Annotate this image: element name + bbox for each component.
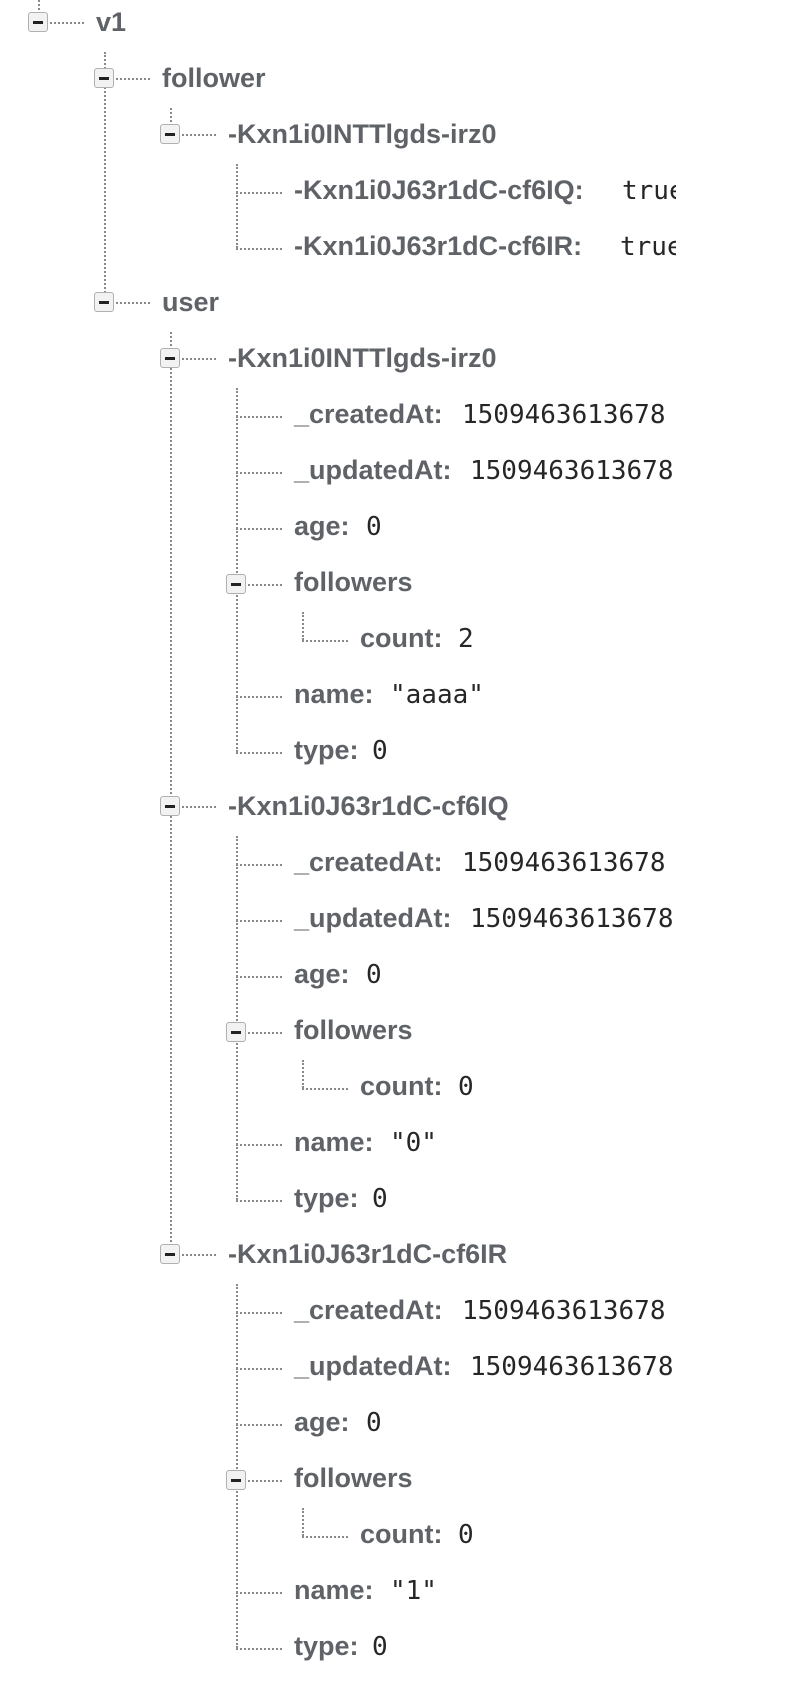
collapse-toggle-icon[interactable] [160, 348, 180, 368]
tree-connector [50, 22, 84, 24]
tree-connector [182, 358, 216, 360]
tree-connector [236, 920, 282, 922]
tree-connector [236, 752, 282, 754]
field-key-type[interactable]: type: [294, 737, 359, 764]
field-key-createdAt[interactable]: _createdAt: [294, 849, 443, 876]
field-value-createdAt[interactable]: 1509463613678 [462, 1298, 666, 1324]
tree-connector [116, 78, 150, 80]
field-value-updatedAt[interactable]: 1509463613678 [470, 1354, 674, 1380]
database-tree: v1 follower -Kxn1i0INTTlgds-irz0 -Kxn1i0… [0, 0, 794, 1702]
field-key-count[interactable]: count: [360, 625, 443, 652]
field-value-type[interactable]: 0 [372, 1186, 388, 1212]
tree-connector [236, 1424, 282, 1426]
tree-connector [182, 1254, 216, 1256]
tree-connector [182, 806, 216, 808]
field-value-createdAt[interactable]: 1509463613678 [462, 402, 666, 428]
field-value-age[interactable]: 0 [366, 962, 382, 988]
tree-connector [182, 134, 216, 136]
field-key-createdAt[interactable]: _createdAt: [294, 401, 443, 428]
field-value-type[interactable]: 0 [372, 738, 388, 764]
field-value-type[interactable]: 0 [372, 1634, 388, 1660]
node-key-v1[interactable]: v1 [96, 9, 126, 36]
field-key-followers[interactable]: followers [294, 1017, 413, 1044]
tree-connector [236, 1648, 282, 1650]
field-key-updatedAt[interactable]: _updatedAt: [294, 1353, 452, 1380]
field-value-count[interactable]: 2 [458, 626, 474, 652]
collapse-toggle-icon[interactable] [226, 1022, 246, 1042]
collapse-toggle-icon[interactable] [94, 68, 114, 88]
field-key-age[interactable]: age: [294, 961, 350, 988]
tree-connector [236, 472, 282, 474]
node-value-follower-child[interactable]: true [622, 178, 676, 204]
tree-connector [236, 1592, 282, 1594]
field-value-age[interactable]: 0 [366, 1410, 382, 1436]
tree-connector [236, 192, 282, 194]
user-record-id[interactable]: -Kxn1i0J63r1dC-cf6IQ [228, 793, 509, 820]
collapse-toggle-icon[interactable] [160, 124, 180, 144]
tree-connector [302, 1088, 348, 1090]
tree-connector [236, 416, 282, 418]
tree-connector [236, 696, 282, 698]
tree-connector [236, 1144, 282, 1146]
tree-connector [236, 864, 282, 866]
field-value-name[interactable]: "0" [390, 1130, 437, 1156]
tree-connector [104, 52, 106, 300]
field-key-followers[interactable]: followers [294, 1465, 413, 1492]
user-record-id[interactable]: -Kxn1i0J63r1dC-cf6IR [228, 1241, 507, 1268]
field-value-age[interactable]: 0 [366, 514, 382, 540]
field-value-updatedAt[interactable]: 1509463613678 [470, 458, 674, 484]
field-value-count[interactable]: 0 [458, 1074, 474, 1100]
node-key-follower-child[interactable]: -Kxn1i0J63r1dC-cf6IR: [294, 233, 582, 260]
collapse-toggle-icon[interactable] [226, 1470, 246, 1490]
tree-connector [302, 1536, 348, 1538]
collapse-toggle-icon[interactable] [226, 574, 246, 594]
field-value-count[interactable]: 0 [458, 1522, 474, 1548]
field-key-updatedAt[interactable]: _updatedAt: [294, 905, 452, 932]
node-key-follower-parent[interactable]: -Kxn1i0INTTlgds-irz0 [228, 121, 497, 148]
tree-connector [236, 1312, 282, 1314]
node-key-user[interactable]: user [162, 289, 219, 316]
tree-connector [170, 332, 172, 1254]
tree-connector [236, 164, 238, 248]
field-value-name[interactable]: "1" [390, 1578, 437, 1604]
tree-connector [302, 640, 348, 642]
field-key-name[interactable]: name: [294, 1577, 374, 1604]
field-value-name[interactable]: "aaaa" [390, 682, 484, 708]
field-key-followers[interactable]: followers [294, 569, 413, 596]
user-record-id[interactable]: -Kxn1i0INTTlgds-irz0 [228, 345, 497, 372]
node-key-follower-child[interactable]: -Kxn1i0J63r1dC-cf6IQ: [294, 177, 584, 204]
tree-connector [302, 1060, 304, 1088]
field-key-age[interactable]: age: [294, 1409, 350, 1436]
collapse-toggle-icon[interactable] [28, 12, 48, 32]
tree-connector [248, 584, 282, 586]
field-key-name[interactable]: name: [294, 1129, 374, 1156]
field-key-count[interactable]: count: [360, 1521, 443, 1548]
collapse-toggle-icon[interactable] [160, 1244, 180, 1264]
field-key-count[interactable]: count: [360, 1073, 443, 1100]
field-key-name[interactable]: name: [294, 681, 374, 708]
field-key-age[interactable]: age: [294, 513, 350, 540]
collapse-toggle-icon[interactable] [160, 796, 180, 816]
node-value-follower-child[interactable]: true [620, 234, 676, 260]
field-key-updatedAt[interactable]: _updatedAt: [294, 457, 452, 484]
tree-connector [116, 302, 150, 304]
tree-connector [236, 248, 282, 250]
tree-connector [38, 0, 40, 10]
tree-connector [236, 1368, 282, 1370]
tree-connector [248, 1480, 282, 1482]
field-key-type[interactable]: type: [294, 1633, 359, 1660]
field-key-createdAt[interactable]: _createdAt: [294, 1297, 443, 1324]
field-value-createdAt[interactable]: 1509463613678 [462, 850, 666, 876]
tree-connector [236, 528, 282, 530]
tree-connector [236, 976, 282, 978]
collapse-toggle-icon[interactable] [94, 292, 114, 312]
field-value-updatedAt[interactable]: 1509463613678 [470, 906, 674, 932]
tree-connector [236, 1200, 282, 1202]
field-key-type[interactable]: type: [294, 1185, 359, 1212]
tree-connector [302, 612, 304, 640]
tree-connector [302, 1508, 304, 1536]
node-key-follower[interactable]: follower [162, 65, 266, 92]
tree-connector [248, 1032, 282, 1034]
